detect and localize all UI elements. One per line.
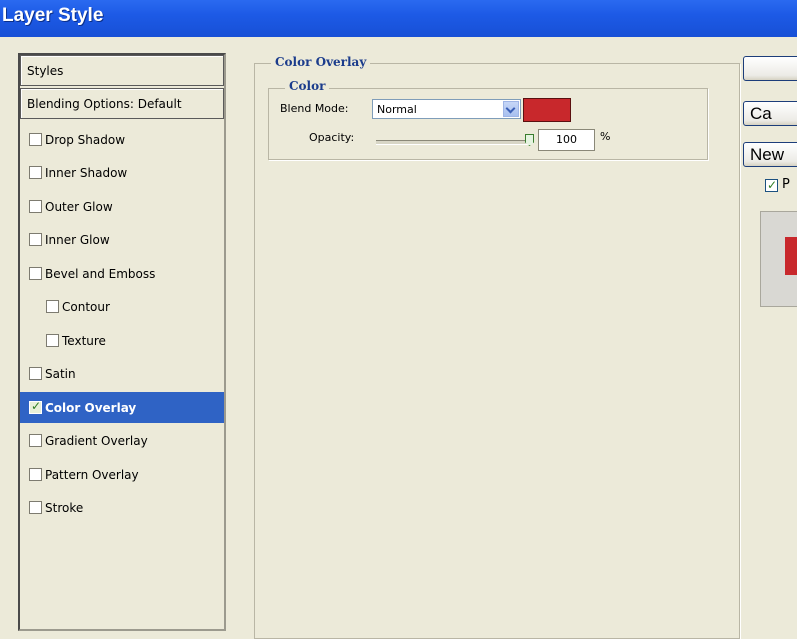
title-bar[interactable]: Layer Style: [0, 0, 797, 37]
style-item-texture[interactable]: Texture: [20, 325, 224, 356]
preview-swatch: [785, 237, 797, 275]
gradient-overlay-checkbox[interactable]: [29, 434, 42, 447]
chevron-down-icon: [505, 103, 516, 114]
satin-checkbox[interactable]: [29, 367, 42, 380]
outer-glow-checkbox[interactable]: [29, 200, 42, 213]
color-subgroup-heading: Color: [285, 79, 330, 93]
inner-glow-checkbox[interactable]: [29, 233, 42, 246]
style-item-label: Stroke: [45, 500, 84, 515]
style-item-gradient-overlay[interactable]: Gradient Overlay: [20, 425, 224, 456]
style-item-label: Satin: [45, 366, 76, 381]
style-item-drop-shadow[interactable]: Drop Shadow: [20, 124, 224, 155]
texture-checkbox[interactable]: [46, 334, 59, 347]
style-item-label: Gradient Overlay: [45, 433, 148, 448]
ok-button[interactable]: [743, 56, 797, 81]
color-overlay-checkbox[interactable]: ✓: [29, 399, 42, 414]
overlay-color-swatch[interactable]: [523, 98, 571, 122]
contour-checkbox[interactable]: [46, 300, 59, 313]
blending-options-label: Blending Options: Default: [27, 96, 182, 111]
blend-mode-value: Normal: [377, 103, 417, 116]
bevel-emboss-checkbox[interactable]: [29, 267, 42, 280]
blend-mode-select[interactable]: Normal: [372, 99, 521, 119]
style-item-label: Outer Glow: [45, 199, 113, 214]
style-item-label: Contour: [62, 299, 110, 314]
style-item-satin[interactable]: Satin: [20, 358, 224, 389]
style-item-label: Inner Glow: [45, 232, 110, 247]
blending-options-item[interactable]: Blending Options: Default: [20, 88, 224, 119]
styles-header-label: Styles: [27, 63, 64, 78]
style-item-outer-glow[interactable]: Outer Glow: [20, 191, 224, 222]
new-style-button[interactable]: New: [743, 142, 797, 167]
style-item-inner-glow[interactable]: Inner Glow: [20, 224, 224, 255]
style-item-label: Inner Shadow: [45, 165, 128, 180]
inner-shadow-checkbox[interactable]: [29, 166, 42, 179]
preview-label: P: [782, 177, 790, 192]
style-item-contour[interactable]: Contour: [20, 291, 224, 322]
styles-list: Styles Blending Options: Default Drop Sh…: [18, 53, 226, 631]
style-item-stroke[interactable]: Stroke: [20, 492, 224, 523]
style-item-label: Texture: [62, 333, 106, 348]
checkmark-icon: ✓: [31, 399, 42, 413]
style-item-inner-shadow[interactable]: Inner Shadow: [20, 157, 224, 188]
stroke-checkbox[interactable]: [29, 501, 42, 514]
style-item-pattern-overlay[interactable]: Pattern Overlay: [20, 459, 224, 490]
opacity-unit: %: [600, 130, 611, 143]
preview-checkbox[interactable]: ✓: [765, 178, 778, 192]
style-item-label: Bevel and Emboss: [45, 266, 156, 281]
color-overlay-heading: Color Overlay: [271, 55, 371, 69]
window-title: Layer Style: [2, 5, 104, 26]
blend-mode-label: Blend Mode:: [280, 102, 349, 115]
style-item-bevel-emboss[interactable]: Bevel and Emboss: [20, 258, 224, 289]
style-item-label: Drop Shadow: [45, 132, 126, 147]
checkmark-icon: ✓: [767, 178, 778, 192]
style-item-label: Pattern Overlay: [45, 467, 139, 482]
style-item-color-overlay[interactable]: ✓ Color Overlay: [20, 392, 224, 423]
style-item-label: Color Overlay: [45, 400, 137, 415]
opacity-label: Opacity:: [309, 131, 355, 144]
opacity-slider-track[interactable]: [376, 140, 530, 145]
cancel-button[interactable]: Ca: [743, 101, 797, 126]
dropdown-button[interactable]: [503, 101, 519, 117]
opacity-input[interactable]: 100: [538, 129, 595, 151]
pattern-overlay-checkbox[interactable]: [29, 468, 42, 481]
drop-shadow-checkbox[interactable]: [29, 133, 42, 146]
styles-header[interactable]: Styles: [20, 55, 224, 86]
